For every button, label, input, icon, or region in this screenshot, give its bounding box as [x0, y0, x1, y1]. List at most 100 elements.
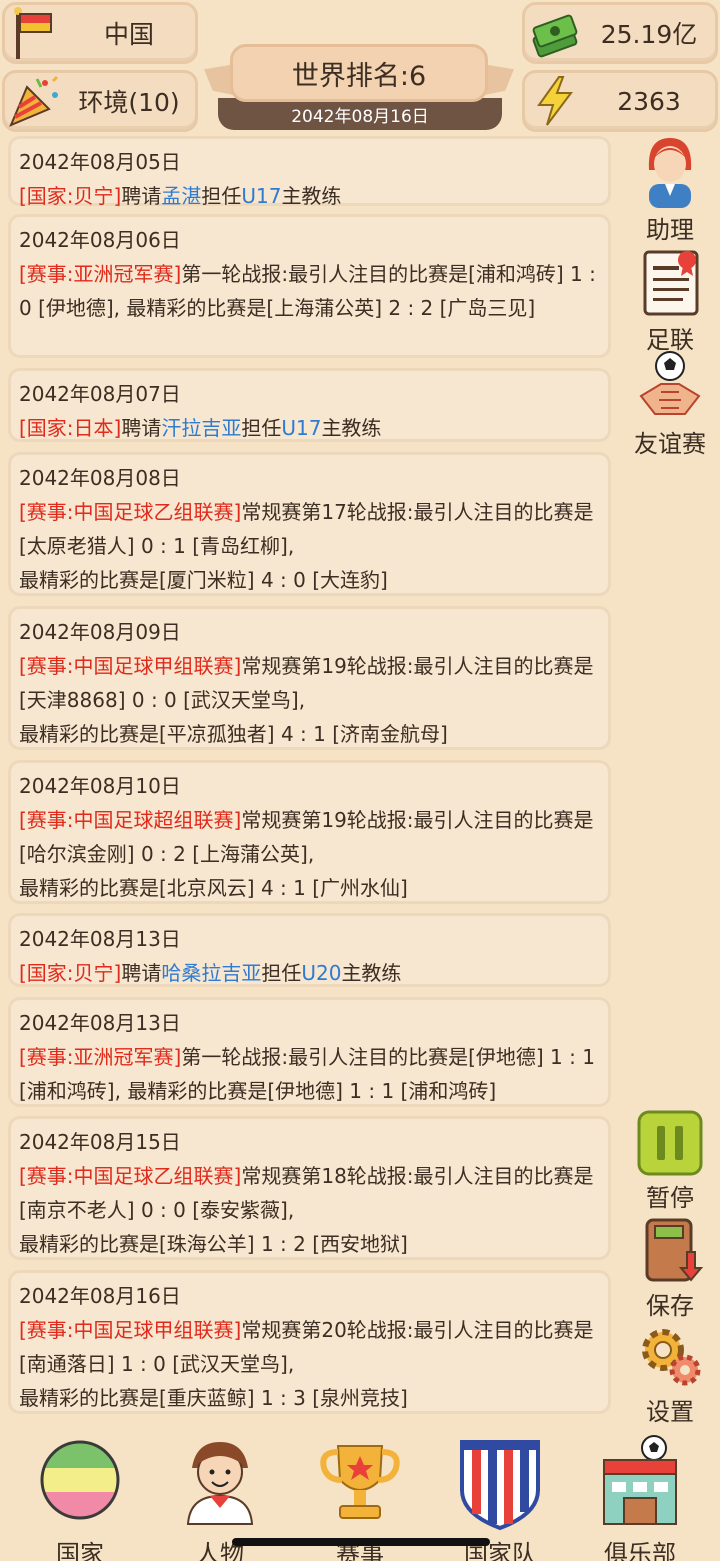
- news-tag[interactable]: [国家:贝宁]: [19, 184, 121, 208]
- news-name-link[interactable]: U20: [301, 961, 341, 985]
- flag-icon: [7, 5, 63, 61]
- news-name-link[interactable]: 汗拉吉亚: [161, 416, 241, 440]
- news-text: 聘请: [121, 961, 162, 985]
- news-date: 2042年08月16日: [19, 1284, 181, 1308]
- pause-button[interactable]: 暂停: [625, 1110, 715, 1213]
- news-date: 2042年08月13日: [19, 927, 181, 951]
- news-body: [赛事:中国足球甲组联赛]常规赛第19轮战报:最引人注目的比赛是[天津8868]…: [19, 649, 600, 751]
- news-text: 担任: [241, 416, 282, 440]
- news-card[interactable]: 2042年08月15日 [赛事:中国足球乙组联赛]常规赛第18轮战报:最引人注目的…: [8, 1116, 611, 1260]
- money-value: 25.19亿: [600, 20, 698, 49]
- trophy-icon: [310, 1434, 410, 1534]
- news-body: [赛事:中国足球乙组联赛]常规赛第18轮战报:最引人注目的比赛是[南京不老人] …: [19, 1159, 600, 1261]
- world-rank-card: 2042年08月16日 世界排名:6: [204, 40, 514, 132]
- friendly-match-button[interactable]: 友谊赛: [625, 348, 715, 459]
- news-body: [国家:贝宁]聘请哈桑拉吉亚担任U20主教练: [19, 956, 600, 990]
- save-icon: [635, 1216, 705, 1286]
- news-text: 聘请: [121, 416, 162, 440]
- news-date: 2042年08月08日: [19, 466, 181, 490]
- news-tag[interactable]: [赛事:中国足球乙组联赛]: [19, 500, 241, 524]
- assistant-label: 助理: [646, 216, 694, 244]
- nav-country-label: 国家: [56, 1540, 104, 1561]
- nav-club-label: 俱乐部: [604, 1540, 676, 1561]
- nav-country[interactable]: 国家: [15, 1424, 145, 1561]
- news-text: 最精彩的比赛是[珠海公羊] 1 : 2 [西安地狱]: [19, 1232, 408, 1256]
- news-text: 担任: [261, 961, 302, 985]
- news-tag[interactable]: [国家:贝宁]: [19, 961, 121, 985]
- news-text: 主教练: [341, 961, 402, 985]
- news-card[interactable]: 2042年08月13日 [国家:贝宁]聘请哈桑拉吉亚担任U20主教练: [8, 913, 611, 987]
- news-text: 最精彩的比赛是[北京风云] 4 : 1 [广州水仙]: [19, 876, 408, 900]
- news-body: [赛事:亚洲冠军赛]第一轮战报:最引人注目的比赛是[浦和鸿砖] 1 : 0 [伊…: [19, 257, 600, 325]
- news-card[interactable]: 2042年08月16日 [赛事:中国足球甲组联赛]常规赛第20轮战报:最引人注目的…: [8, 1270, 611, 1414]
- gear-icon: [635, 1322, 705, 1392]
- lightning-icon: [527, 73, 583, 129]
- news-tag[interactable]: [赛事:中国足球乙组联赛]: [19, 1164, 241, 1188]
- save-button[interactable]: 保存: [625, 1216, 715, 1321]
- news-date: 2042年08月10日: [19, 774, 181, 798]
- news-date: 2042年08月06日: [19, 228, 181, 252]
- country-flag-icon: [30, 1434, 130, 1534]
- news-text: 主教练: [321, 416, 382, 440]
- current-date: 2042年08月16日: [218, 98, 502, 130]
- party-popper-icon: [7, 73, 63, 129]
- news-text: 最精彩的比赛是[平凉孤独者] 4 : 1 [济南金航母]: [19, 722, 448, 746]
- news-body: [赛事:中国足球甲组联赛]常规赛第20轮战报:最引人注目的比赛是[南通落日] 1…: [19, 1313, 600, 1415]
- news-text: 担任: [201, 184, 242, 208]
- news-name-link[interactable]: U17: [281, 416, 321, 440]
- news-name-link[interactable]: 孟湛: [161, 184, 201, 208]
- document-icon: [635, 244, 705, 320]
- news-body: [国家:日本]聘请汗拉吉亚担任U17主教练: [19, 411, 600, 445]
- news-body: [赛事:中国足球乙组联赛]常规赛第17轮战报:最引人注目的比赛是[太原老猎人] …: [19, 495, 600, 597]
- friendly-match-label: 友谊赛: [634, 430, 706, 458]
- settings-button[interactable]: 设置: [625, 1322, 715, 1427]
- news-card[interactable]: 2042年08月10日 [赛事:中国足球超组联赛]常规赛第19轮战报:最引人注目的…: [8, 760, 611, 904]
- person-icon: [170, 1434, 270, 1534]
- environment-value: 环境(10): [78, 88, 180, 117]
- news-card[interactable]: 2042年08月13日 [赛事:亚洲冠军赛]第一轮战报:最引人注目的比赛是[伊地德…: [8, 997, 611, 1107]
- news-card[interactable]: 2042年08月09日 [赛事:中国足球甲组联赛]常规赛第19轮战报:最引人注目的…: [8, 606, 611, 750]
- country-name: 中国: [103, 20, 154, 49]
- news-feed[interactable]: 2042年08月05日 [国家:贝宁]聘请孟湛担任U17主教练 2042年08月0…: [0, 134, 620, 1424]
- news-date: 2042年08月09日: [19, 620, 181, 644]
- energy-button[interactable]: 2363: [522, 70, 718, 132]
- news-tag[interactable]: [赛事:中国足球甲组联赛]: [19, 1318, 241, 1342]
- country-button[interactable]: 中国: [2, 2, 198, 64]
- news-card[interactable]: 2042年08月08日 [赛事:中国足球乙组联赛]常规赛第17轮战报:最引人注目的…: [8, 452, 611, 596]
- club-building-icon: [590, 1434, 690, 1534]
- save-label: 保存: [646, 1292, 694, 1320]
- news-tag[interactable]: [赛事:亚洲冠军赛]: [19, 262, 181, 286]
- news-date: 2042年08月05日: [19, 150, 181, 174]
- world-rank: 世界排名:6: [230, 44, 488, 102]
- news-body: [赛事:中国足球超组联赛]常规赛第19轮战报:最引人注目的比赛是[哈尔滨金刚] …: [19, 803, 600, 905]
- energy-value: 2363: [617, 86, 681, 116]
- news-body: [赛事:亚洲冠军赛]第一轮战报:最引人注目的比赛是[伊地德] 1 : 1 [浦和…: [19, 1040, 600, 1108]
- news-card[interactable]: 2042年08月07日 [国家:日本]聘请汗拉吉亚担任U17主教练: [8, 368, 611, 442]
- pause-icon: [635, 1110, 705, 1178]
- news-name-link[interactable]: U17: [241, 184, 281, 208]
- nav-club[interactable]: 俱乐部: [575, 1424, 705, 1561]
- environment-button[interactable]: 环境(10): [2, 70, 198, 132]
- news-tag[interactable]: [赛事:中国足球甲组联赛]: [19, 654, 241, 678]
- news-card[interactable]: 2042年08月05日 [国家:贝宁]聘请孟湛担任U17主教练: [8, 136, 611, 208]
- assistant-avatar-icon: [635, 134, 705, 210]
- news-tag[interactable]: [赛事:中国足球超组联赛]: [19, 808, 241, 832]
- news-date: 2042年08月15日: [19, 1130, 181, 1154]
- handshake-ball-icon: [635, 348, 705, 424]
- money-stack-icon: [527, 5, 583, 61]
- news-text: 聘请: [121, 184, 162, 208]
- home-indicator: [232, 1538, 490, 1546]
- news-name-link[interactable]: 哈桑拉吉亚: [161, 961, 261, 985]
- news-body: [国家:贝宁]聘请孟湛担任U17主教练: [19, 179, 600, 213]
- news-card[interactable]: 2042年08月06日 [赛事:亚洲冠军赛]第一轮战报:最引人注目的比赛是[浦和鸿…: [8, 214, 611, 358]
- money-button[interactable]: 25.19亿: [522, 2, 718, 64]
- federation-button[interactable]: 足联: [625, 244, 715, 355]
- shield-icon: [450, 1434, 550, 1534]
- news-date: 2042年08月07日: [19, 382, 181, 406]
- news-tag[interactable]: [国家:日本]: [19, 416, 121, 440]
- news-tag[interactable]: [赛事:亚洲冠军赛]: [19, 1045, 181, 1069]
- news-text: 最精彩的比赛是[厦门米粒] 4 : 0 [大连豹]: [19, 568, 388, 592]
- news-date: 2042年08月13日: [19, 1011, 181, 1035]
- assistant-button[interactable]: 助理: [625, 134, 715, 245]
- top-bar: 中国 环境(10) 2042年08月16日 世界排名:6 25.19亿 2363: [0, 0, 720, 134]
